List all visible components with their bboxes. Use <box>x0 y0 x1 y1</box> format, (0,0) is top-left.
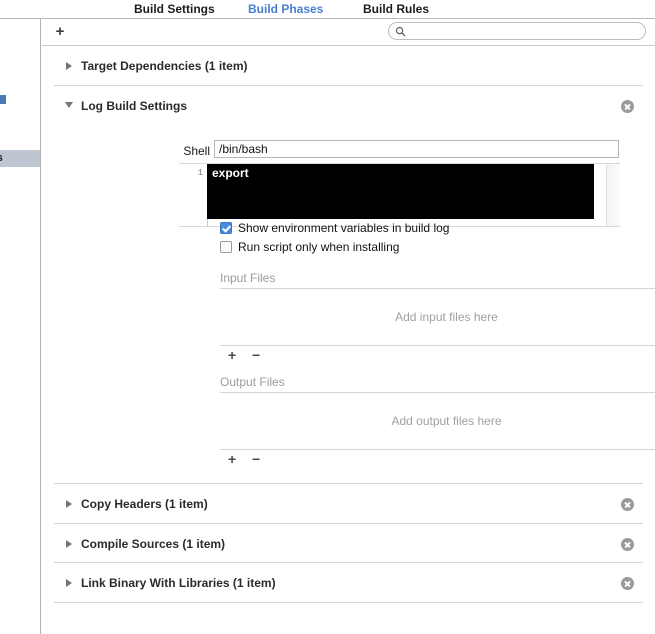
checkbox-run-script-only-when-installing[interactable] <box>220 241 232 253</box>
input-files-header: Input Files <box>220 271 276 285</box>
editor-tab-bar: Build Settings Build Phases Build Rules <box>0 0 655 19</box>
search-input[interactable] <box>409 24 639 38</box>
shell-field[interactable] <box>214 140 619 158</box>
input-files-placeholder: Add input files here <box>395 310 498 324</box>
script-scrollbar[interactable] <box>606 164 620 226</box>
phase-title-copy-headers: Copy Headers (1 item) <box>81 497 208 511</box>
sidebar-item-selected-target[interactable]: bExt.ios <box>0 150 40 167</box>
phase-title-log-build-settings: Log Build Settings <box>81 99 187 113</box>
divider <box>54 602 643 603</box>
script-editor[interactable]: 1 export <box>179 163 620 227</box>
shell-input[interactable] <box>219 142 611 156</box>
remove-input-file-button[interactable]: − <box>252 348 260 362</box>
delete-phase-button-link-binary[interactable] <box>621 577 634 590</box>
chevron-right-icon[interactable] <box>66 579 72 587</box>
tab-build-settings[interactable]: Build Settings <box>134 2 215 17</box>
phase-title-link-binary-with-libraries: Link Binary With Libraries (1 item) <box>81 576 276 590</box>
build-phases-toolbar: + <box>42 19 655 46</box>
tab-build-phases[interactable]: Build Phases <box>248 2 323 17</box>
checkbox-label-show-environment-variables: Show environment variables in build log <box>238 221 450 235</box>
build-phases-editor: + Target Dependencies (1 item) Log Build… <box>42 19 655 634</box>
delete-phase-button-copy-headers[interactable] <box>621 498 634 511</box>
delete-phase-button-log-build-settings[interactable] <box>621 100 634 113</box>
phase-title-target-dependencies: Target Dependencies (1 item) <box>81 59 248 73</box>
add-input-file-button[interactable]: + <box>228 348 236 362</box>
script-text: export <box>212 166 249 180</box>
phase-target-dependencies[interactable]: Target Dependencies (1 item) <box>42 46 655 85</box>
checkbox-show-environment-variables[interactable] <box>220 222 232 234</box>
phase-copy-headers[interactable]: Copy Headers (1 item) <box>42 484 655 523</box>
search-icon <box>395 26 406 37</box>
phase-link-binary-with-libraries[interactable]: Link Binary With Libraries (1 item) <box>42 563 655 602</box>
divider <box>220 392 655 393</box>
delete-phase-button-compile-sources[interactable] <box>621 538 634 551</box>
phase-log-build-settings[interactable]: Log Build Settings <box>42 86 655 125</box>
chevron-right-icon[interactable] <box>66 62 72 70</box>
tab-build-rules[interactable]: Build Rules <box>363 2 429 17</box>
phase-title-compile-sources: Compile Sources (1 item) <box>81 537 226 551</box>
checkbox-label-run-script-only-when-installing: Run script only when installing <box>238 240 400 254</box>
chevron-right-icon[interactable] <box>66 540 72 548</box>
line-number: 1 <box>197 168 203 178</box>
divider <box>220 449 655 450</box>
divider <box>220 345 655 346</box>
output-files-placeholder: Add output files here <box>391 414 502 428</box>
output-files-header: Output Files <box>220 375 285 389</box>
filter-search-field[interactable] <box>388 22 646 40</box>
chevron-right-icon[interactable] <box>66 500 72 508</box>
add-build-phase-button[interactable]: + <box>53 24 67 40</box>
line-number-gutter: 1 <box>179 164 208 226</box>
phase-compile-sources[interactable]: Compile Sources (1 item) <box>42 524 655 563</box>
shell-label: Shell <box>183 144 210 158</box>
add-output-file-button[interactable]: + <box>228 452 236 466</box>
script-redacted-region[interactable]: export <box>207 164 594 219</box>
divider <box>220 288 655 289</box>
file-icon <box>0 95 6 104</box>
remove-output-file-button[interactable]: − <box>252 452 260 466</box>
project-navigator-sidebar[interactable]: ework bExt.ios ios c : <box>0 19 41 634</box>
chevron-down-icon[interactable] <box>65 102 73 108</box>
